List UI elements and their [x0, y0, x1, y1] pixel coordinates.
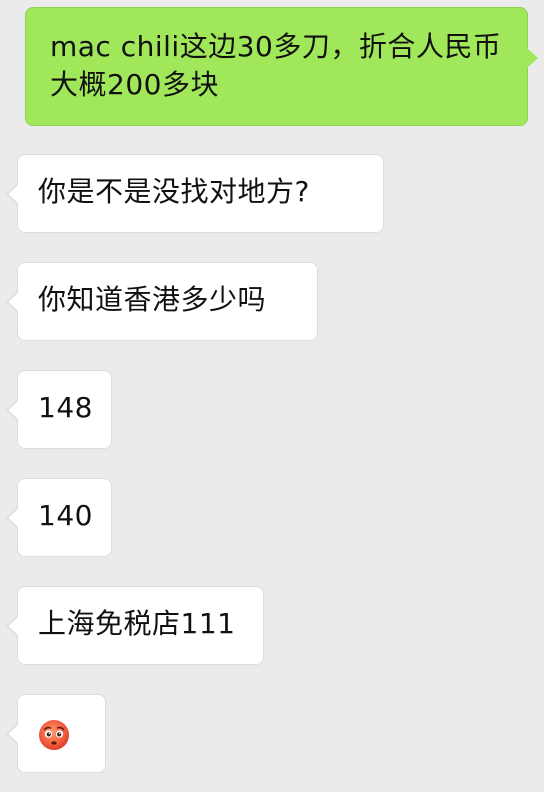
message-text: 你知道香港多少吗 — [38, 283, 267, 316]
message-bubble-incoming[interactable]: 你是不是没找对地方? — [6, 154, 384, 233]
message-text: 上海免税店111 — [38, 607, 236, 640]
flushed-face-emoji-icon — [39, 720, 69, 750]
message-text: 你是不是没找对地方? — [38, 175, 310, 208]
message-bubble-incoming[interactable]: 你知道香港多少吗 — [6, 262, 318, 341]
message-text: 140 — [38, 499, 93, 532]
message-bubble-outgoing[interactable]: mac chili这边30多刀，折合人民币大概200多块 — [25, 7, 538, 126]
message-bubble-incoming[interactable]: 148 — [6, 370, 112, 449]
message-bubble-incoming[interactable]: 140 — [6, 478, 112, 557]
message-bubble-incoming[interactable]: 上海免税店111 — [6, 586, 264, 665]
message-bubble-incoming[interactable] — [6, 694, 106, 773]
chat-conversation: mac chili这边30多刀，折合人民币大概200多块 你是不是没找对地方? … — [0, 0, 544, 792]
message-text: 148 — [38, 391, 93, 424]
message-text: mac chili这边30多刀，折合人民币大概200多块 — [50, 30, 502, 101]
